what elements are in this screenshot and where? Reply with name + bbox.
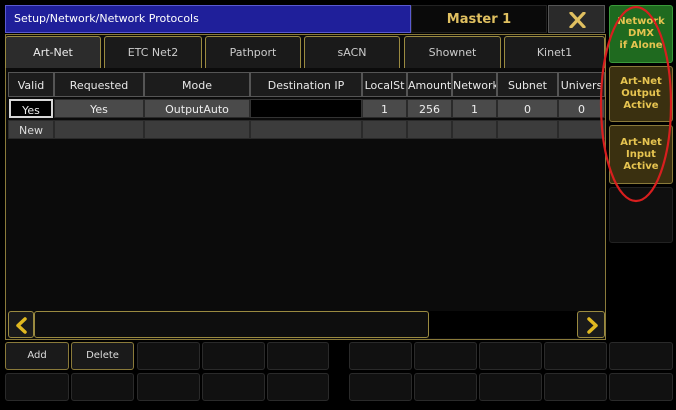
close-icon: [569, 12, 586, 28]
table-cell-empty[interactable]: [144, 120, 250, 139]
empty-key[interactable]: [544, 373, 607, 401]
table-cell-requested[interactable]: Yes: [54, 99, 144, 118]
table-cell-empty[interactable]: [497, 120, 558, 139]
table-cell-valid[interactable]: Yes: [9, 99, 53, 118]
scroll-left-button[interactable]: [8, 311, 34, 338]
column-header-subnet[interactable]: Subnet: [497, 72, 558, 97]
empty-key[interactable]: [202, 373, 265, 401]
empty-key[interactable]: [137, 342, 200, 370]
tab-shownet[interactable]: Shownet: [404, 36, 501, 68]
table-cell-empty[interactable]: [250, 120, 362, 139]
column-header-requested[interactable]: Requested: [54, 72, 144, 97]
chevron-right-icon: [587, 317, 598, 334]
table-cell-subnet[interactable]: 0: [497, 99, 558, 118]
empty-key[interactable]: [267, 373, 329, 401]
empty-key[interactable]: [544, 342, 607, 370]
chevron-left-icon: [16, 317, 27, 334]
table-cell-mode[interactable]: OutputAuto: [144, 99, 250, 118]
column-header-local-start[interactable]: LocalSt: [362, 72, 407, 97]
empty-key[interactable]: [479, 342, 542, 370]
tab-etc-net2[interactable]: ETC Net2: [104, 36, 202, 68]
table-cell-empty[interactable]: [362, 120, 407, 139]
column-header-amount[interactable]: Amount: [407, 72, 452, 97]
table-cell-destination-ip[interactable]: [250, 99, 362, 118]
master-label: Master 1: [446, 12, 512, 27]
empty-key[interactable]: [414, 342, 477, 370]
master-indicator: Master 1: [411, 5, 547, 33]
tab-pathport[interactable]: Pathport: [205, 36, 301, 68]
scrollbar-thumb[interactable]: [34, 311, 429, 338]
empty-key[interactable]: [479, 373, 542, 401]
table-cell-network[interactable]: 1: [452, 99, 497, 118]
title-bar: Setup/Network/Network Protocols: [5, 5, 411, 33]
empty-key[interactable]: [5, 373, 69, 401]
column-header-valid[interactable]: Valid: [8, 72, 54, 97]
add-button[interactable]: Add: [5, 342, 69, 370]
empty-key[interactable]: [414, 373, 477, 401]
table-cell-new[interactable]: New: [8, 120, 54, 139]
empty-key[interactable]: [137, 373, 200, 401]
delete-button[interactable]: Delete: [71, 342, 134, 370]
empty-key[interactable]: [267, 342, 329, 370]
empty-key[interactable]: [349, 373, 412, 401]
empty-key[interactable]: [71, 373, 134, 401]
column-header-network[interactable]: Network: [452, 72, 497, 97]
empty-key[interactable]: [349, 342, 412, 370]
tab-sacn[interactable]: sACN: [304, 36, 400, 68]
column-header-mode[interactable]: Mode: [144, 72, 250, 97]
table-cell-empty[interactable]: [407, 120, 452, 139]
table-cell-amount[interactable]: 256: [407, 99, 452, 118]
scrollbar-track[interactable]: [429, 311, 577, 338]
scroll-right-button[interactable]: [577, 311, 605, 338]
column-header-destination-ip[interactable]: Destination IP: [250, 72, 362, 97]
empty-key[interactable]: [609, 342, 673, 370]
window-title: Setup/Network/Network Protocols: [14, 12, 199, 25]
tab-art-net[interactable]: Art-Net: [5, 36, 101, 68]
table-cell-empty[interactable]: [452, 120, 497, 139]
table-cell-empty[interactable]: [54, 120, 144, 139]
side-empty-area: [609, 246, 673, 338]
empty-key[interactable]: [202, 342, 265, 370]
annotation-oval: [599, 5, 673, 203]
table-cell-local-start[interactable]: 1: [362, 99, 407, 118]
tab-kinet1[interactable]: Kinet1: [504, 36, 605, 68]
empty-key[interactable]: [609, 373, 673, 401]
